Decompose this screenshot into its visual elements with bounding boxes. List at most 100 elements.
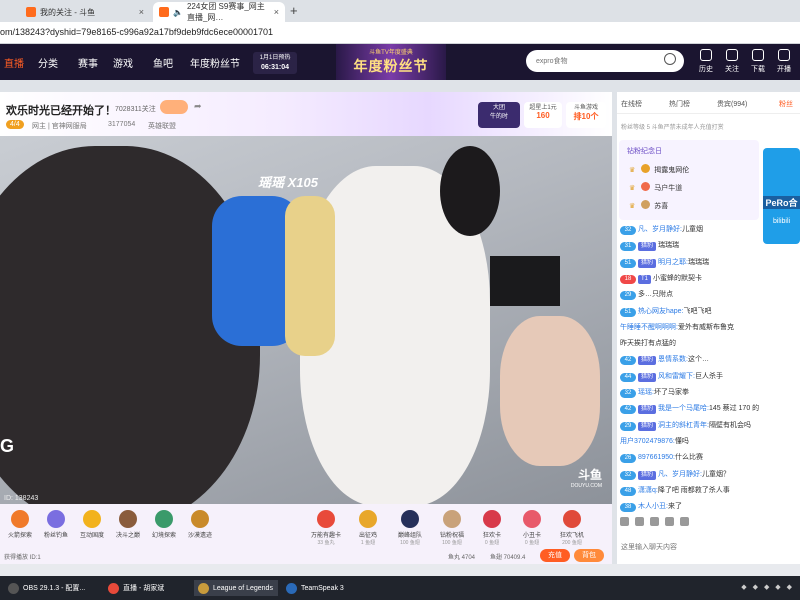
fan-row-1[interactable]: ♛ 揭露鬼网伦 xyxy=(629,164,689,175)
speaker-icon: 🔈 xyxy=(173,7,183,17)
history-button[interactable]: 历史 xyxy=(694,49,718,74)
system-tray[interactable]: ◆ ◆ ◆ ◆ ◆ xyxy=(741,583,794,591)
backpack-button[interactable]: 背包 xyxy=(574,549,604,562)
activity-2[interactable]: 粉丝钓鱼 xyxy=(38,510,74,539)
taskbar-douyu[interactable]: 直播 - 胡家斌 xyxy=(104,580,190,596)
sword-icon xyxy=(119,510,137,528)
gift-2[interactable]: 出征鸡 1 鱼翅 xyxy=(350,510,386,546)
start-stream-button[interactable]: 开播 xyxy=(772,49,796,74)
chat-username[interactable]: 热心网友hape: xyxy=(638,308,684,315)
new-tab-icon[interactable]: + xyxy=(290,3,298,18)
chat-input-row xyxy=(617,532,800,564)
nav-item-category[interactable]: 分类 xyxy=(38,55,58,70)
image-icon[interactable] xyxy=(665,517,674,526)
follow-button[interactable]: 关注 xyxy=(720,49,744,74)
ad-title: PeRo合 xyxy=(763,196,800,209)
chat-message: 51 热心网友hape:飞吧飞吧 xyxy=(620,306,800,320)
nav-item-events[interactable]: 赛事 xyxy=(78,55,98,70)
chat-username[interactable]: 瑶瑶: xyxy=(638,389,654,396)
chat-username[interactable]: 凡、岁月静好: xyxy=(638,226,682,233)
nav-item-live[interactable]: 直播 xyxy=(4,55,24,70)
close-icon[interactable]: × xyxy=(139,7,144,17)
activity-1[interactable]: 火箭探索 xyxy=(2,510,38,539)
taskbar-obs[interactable]: OBS 29.1.3 - 配置... xyxy=(4,580,100,596)
chat-text: 坏了马家拳 xyxy=(653,389,689,396)
video-player[interactable]: 瑶瑶 X105 G 斗鱼 DOUYU.COM ID: 138243 xyxy=(0,136,612,504)
tab-my-follows[interactable]: 我的关注 - 斗鱼 × xyxy=(20,2,150,22)
countdown-timer: 1月1日预热 06:31:04 xyxy=(253,52,297,74)
activity-5[interactable]: 幻境探索 xyxy=(146,510,182,539)
activity-3[interactable]: 互动国度 xyxy=(74,510,110,539)
nav-item-fan-festival[interactable]: 年度粉丝节 xyxy=(190,55,240,70)
tab-live-room[interactable]: 🔈 224女团 S9赛事_网主直播_网… × xyxy=(153,2,285,22)
activity-4[interactable]: 决斗之巅 xyxy=(110,510,146,539)
chat-message: 38 木人小丑:来了 xyxy=(620,501,800,515)
chat-text: 爱外有威斯布鲁克 xyxy=(677,323,734,331)
search-icon[interactable] xyxy=(664,53,676,65)
tab-hot-rank[interactable]: 热门榜 xyxy=(669,99,690,109)
download-button[interactable]: 下载 xyxy=(746,49,770,74)
gift-4[interactable]: 钻粉祝福 100 鱼翅 xyxy=(434,510,470,546)
address-bar[interactable]: om/138243?dyshid=79e8165-c996a92a17bf9de… xyxy=(0,22,800,44)
chat-username[interactable]: 凡、岁月静好: xyxy=(658,471,702,478)
chat-username[interactable]: 用户3702479876: xyxy=(620,438,675,445)
camera-icon xyxy=(778,49,790,61)
url-text: om/138243?dyshid=79e8165-c996a92a17bf9de… xyxy=(0,27,273,37)
gift-7[interactable]: 狂欢飞机 200 鱼翅 xyxy=(554,510,590,546)
taskbar-teamspeak[interactable]: TeamSpeak 3 xyxy=(282,580,362,596)
avatar xyxy=(641,182,651,191)
chat-username[interactable]: 风和雷耀下: xyxy=(658,373,695,380)
gift-1[interactable]: 万能有趣卡 33 鱼丸 xyxy=(308,510,344,546)
chat-username[interactable]: 潇潇q: xyxy=(638,487,658,494)
chat-text: 懂吗 xyxy=(674,437,689,445)
rank-box-2[interactable]: 斗鱼游戏 排10个 xyxy=(566,102,606,128)
chat-username[interactable]: 明月之耶: xyxy=(658,259,688,266)
nav-item-games[interactable]: 游戏 xyxy=(113,55,133,70)
gift-icon[interactable] xyxy=(635,517,644,526)
chat-username[interactable]: 恩情系数: xyxy=(658,356,688,363)
chat-username[interactable]: 木人小丑: xyxy=(638,503,668,510)
tab-vip[interactable]: 贵宾(994) xyxy=(717,99,747,109)
fan-name: 马户牛道 xyxy=(654,185,683,192)
shield-icon[interactable] xyxy=(680,517,689,526)
fan-anniversary-title: 钻粉纪念日 xyxy=(627,148,662,155)
gift-5[interactable]: 狂欢卡 0 鱼翅 xyxy=(474,510,510,546)
taskbar-lol[interactable]: League of Legends xyxy=(194,580,278,596)
gift-3[interactable]: 巅峰组队 100 鱼翅 xyxy=(392,510,428,546)
tab-label: 我的关注 - 斗鱼 xyxy=(40,7,96,17)
settings-icon[interactable] xyxy=(650,517,659,526)
fan-badge: 猎豹 xyxy=(638,242,657,252)
chat-input[interactable] xyxy=(621,538,791,556)
task-label: 直播 - 胡家斌 xyxy=(123,585,165,592)
fan-badge: 猎豹 xyxy=(638,372,657,382)
fan-festival-banner[interactable]: 斗鱼TV年度盛典 年度粉丝节 xyxy=(336,44,446,80)
browser-tabbar: 我的关注 - 斗鱼 × 🔈 224女团 S9赛事_网主直播_网… × + xyxy=(0,0,800,22)
chat-text: 隔壁有机会吗 xyxy=(708,421,751,429)
team-badge[interactable]: 大团 牛的时 xyxy=(478,102,520,128)
chat-username[interactable]: 洞主的斜杠青年: xyxy=(658,422,709,429)
chat-message: 42 猎豹 我是一个马尾哈:145 蔡过 170 的 xyxy=(620,403,800,417)
tab-fans[interactable]: 粉丝 xyxy=(779,99,793,109)
search-input[interactable] xyxy=(536,54,656,68)
chat-username[interactable]: 897661950: xyxy=(638,454,675,461)
nav-item-yuba[interactable]: 鱼吧 xyxy=(153,55,173,70)
share-icon[interactable]: ➦ xyxy=(194,101,202,112)
rank-box-1[interactable]: 超星上1元 160 xyxy=(524,102,562,128)
emoji-icon[interactable] xyxy=(620,517,629,526)
category-link[interactable]: 英雄联盟 xyxy=(148,121,176,131)
fan-row-3[interactable]: ♛ 苏喜 xyxy=(629,200,668,211)
charge-button[interactable]: 充值 xyxy=(540,549,570,562)
chat-username[interactable]: 午睡睡不醒啊啊啊: xyxy=(620,324,678,331)
douyu-favicon-icon xyxy=(26,7,36,17)
history-label: 历史 xyxy=(699,66,713,73)
fan-anniversary-box: 钻粉纪念日 ♛ 揭露鬼网伦 ♛ 马户牛道 ♛ 苏喜 xyxy=(619,140,759,220)
close-icon[interactable]: × xyxy=(274,7,279,17)
chat-username[interactable]: 我是一个马尾哈: xyxy=(658,405,709,412)
fan-badge: 猎豹 xyxy=(638,470,657,480)
fan-row-2[interactable]: ♛ 马户牛道 xyxy=(629,182,682,193)
gift-6[interactable]: 小丑卡 0 鱼翅 xyxy=(514,510,550,546)
follow-button[interactable] xyxy=(160,100,188,114)
tab-online-rank[interactable]: 在线榜 xyxy=(621,99,642,109)
activity-6[interactable]: 沙漠遗迹 xyxy=(182,510,218,539)
chat-text: 飞吧飞吧 xyxy=(683,307,712,315)
